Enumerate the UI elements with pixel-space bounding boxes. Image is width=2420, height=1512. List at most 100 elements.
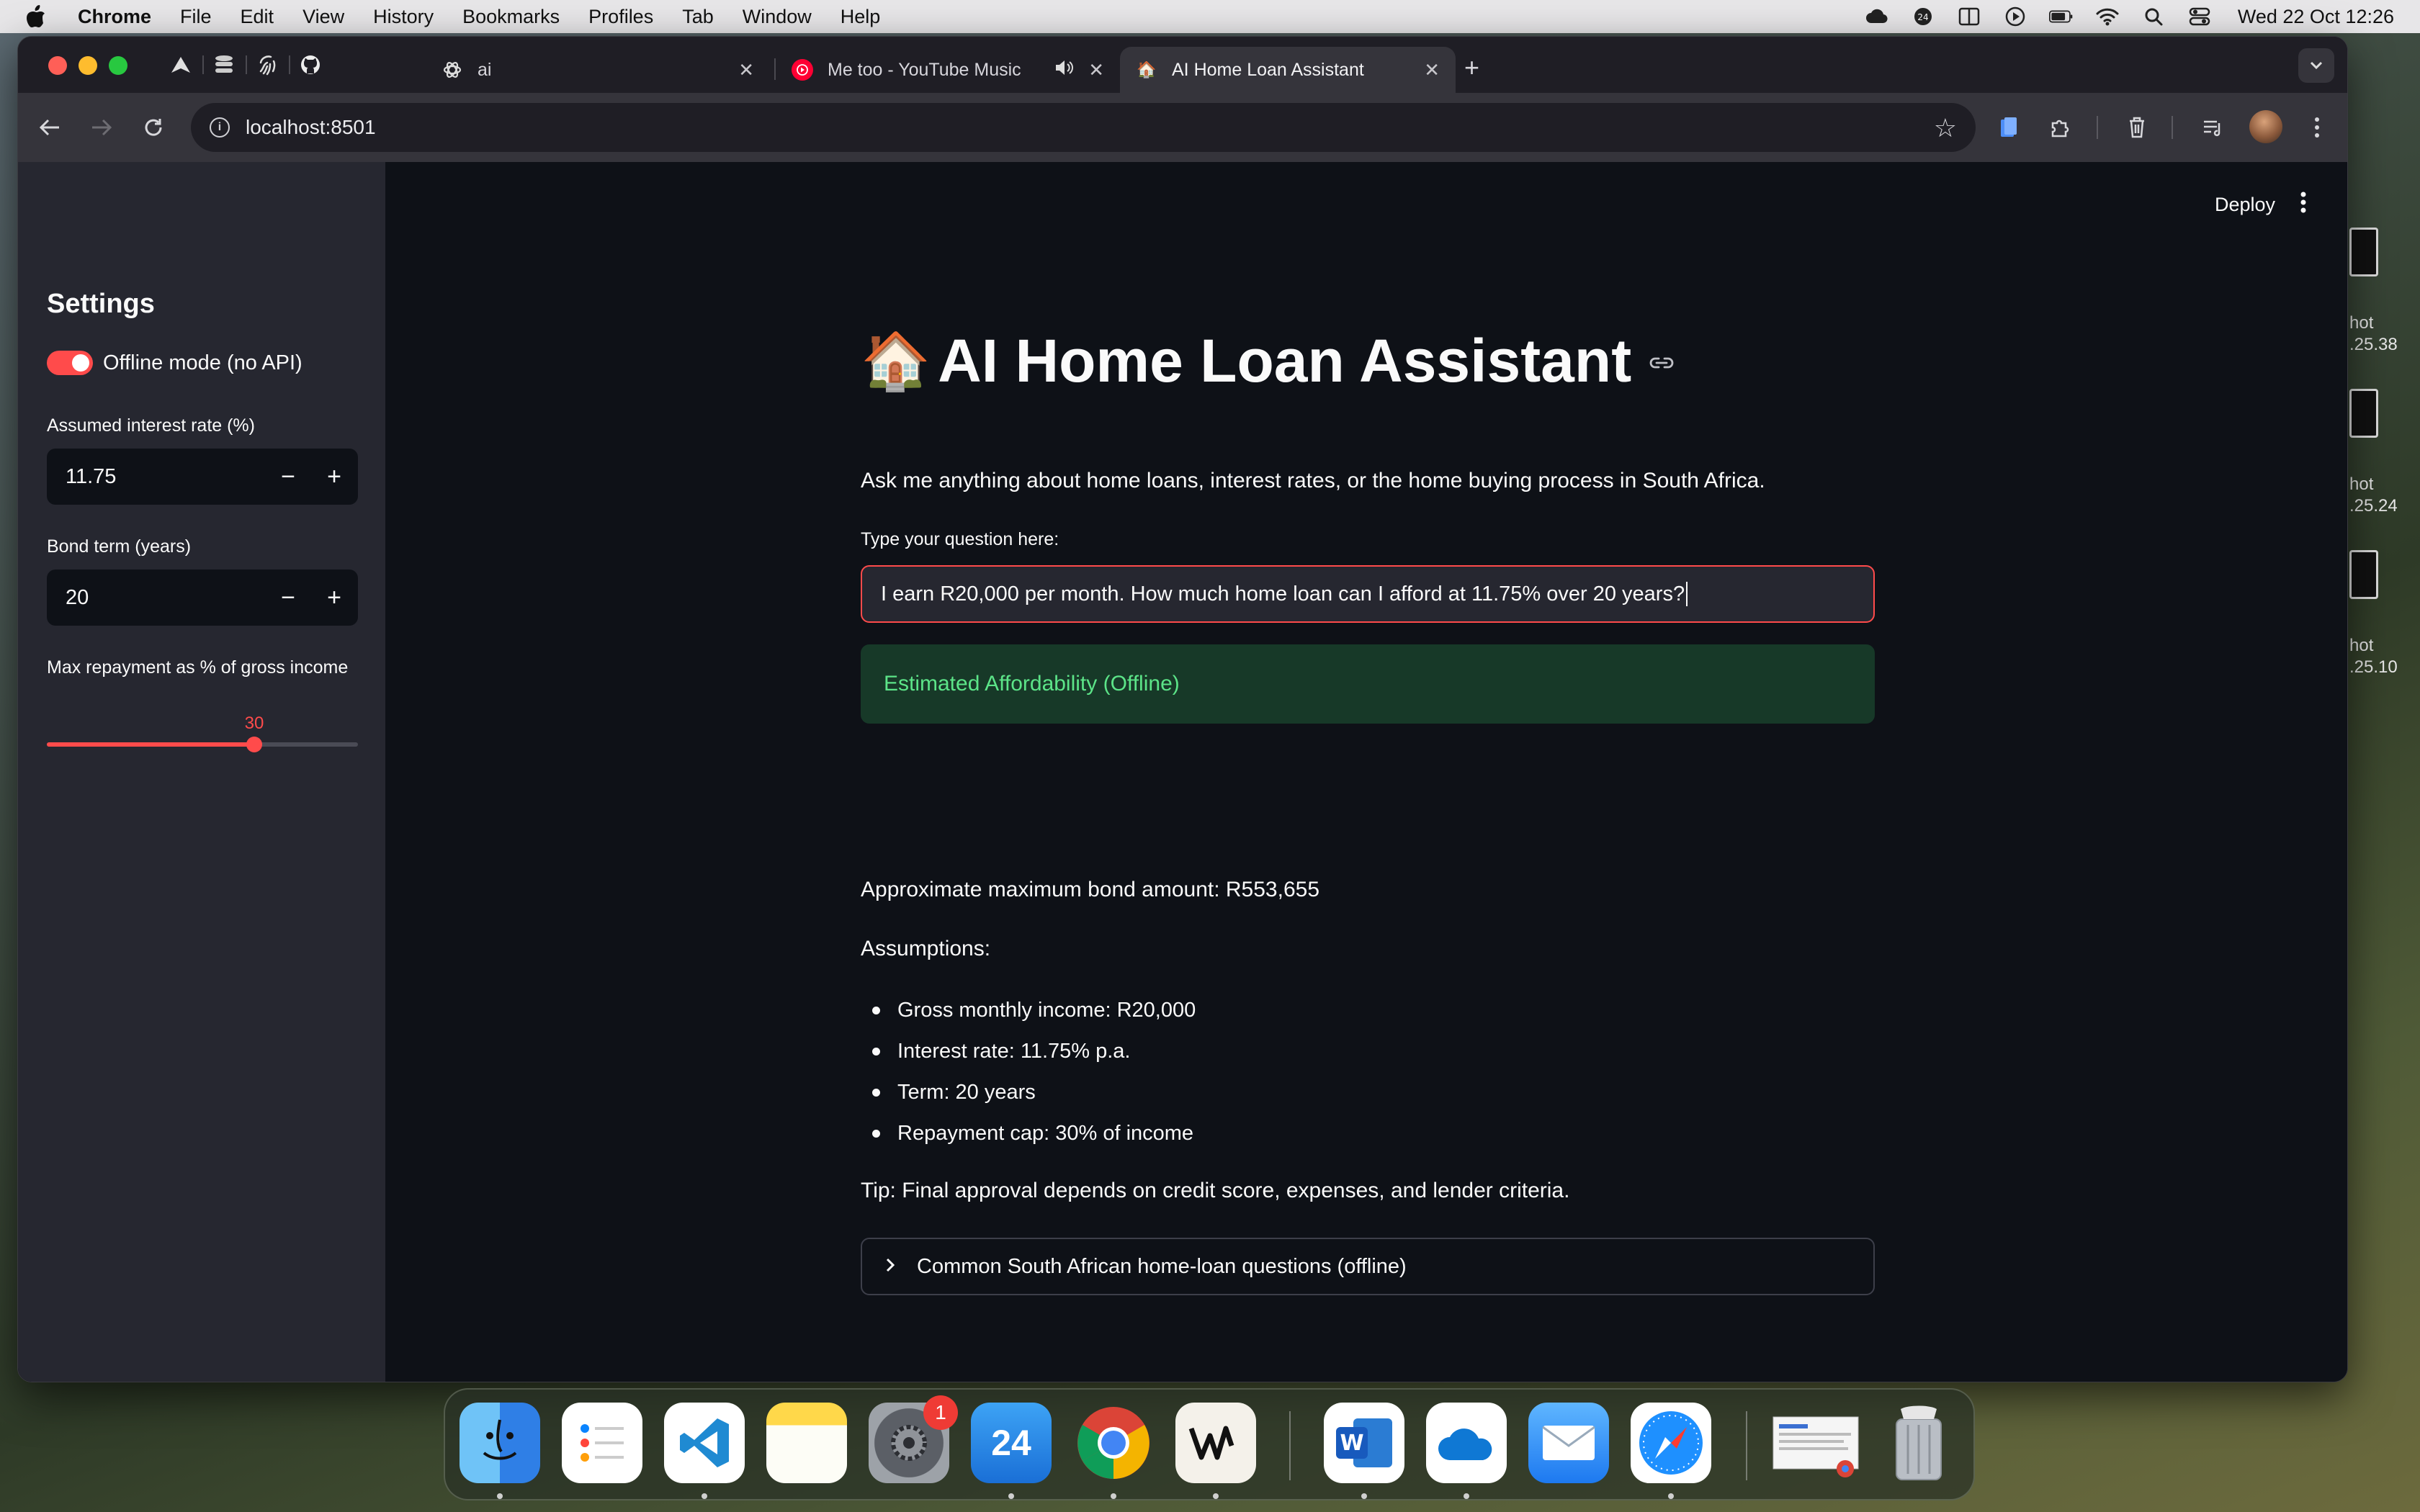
toolbar-separator — [2097, 116, 2098, 139]
interest-rate-decrement-button[interactable]: − — [266, 449, 310, 505]
menu-bar-clock[interactable]: Wed 22 Oct 12:26 — [2238, 6, 2394, 28]
question-input-value[interactable]: I earn R20,000 per month. How much home … — [881, 582, 1685, 606]
tab-search-chevron-icon[interactable] — [2298, 48, 2334, 83]
extensions-puzzle-icon[interactable] — [2043, 110, 2078, 145]
running-indicator — [1668, 1493, 1674, 1499]
macos-menu-bar: Chrome File Edit View History Bookmarks … — [0, 0, 2420, 33]
tab-ai[interactable]: ai ✕ — [426, 47, 770, 93]
menu-help[interactable]: Help — [841, 6, 881, 28]
sidebar-title: Settings — [47, 289, 155, 319]
desktop-screenshot-file[interactable] — [2349, 550, 2420, 608]
close-window-button[interactable] — [48, 56, 67, 75]
faq-expander[interactable]: Common South African home-loan questions… — [861, 1238, 1875, 1295]
max-repayment-slider[interactable]: 30 — [47, 714, 358, 757]
control-center-icon[interactable] — [2187, 6, 2212, 27]
battery-icon[interactable] — [2048, 6, 2074, 27]
bookmark-star-icon[interactable]: ☆ — [1934, 113, 1957, 143]
menu-view[interactable]: View — [302, 6, 344, 28]
menu-edit[interactable]: Edit — [241, 6, 274, 28]
downloads-stack-icon[interactable] — [1769, 1403, 1863, 1483]
tab-youtube-music[interactable]: Me too - YouTube Music ✕ — [776, 47, 1120, 93]
finder-icon[interactable] — [460, 1403, 540, 1483]
github-icon[interactable] — [289, 50, 332, 80]
running-indicator — [1464, 1493, 1469, 1499]
running-indicator — [1111, 1493, 1116, 1499]
max-bond-amount-text: Approximate maximum bond amount: R553,65… — [861, 878, 1320, 901]
database-icon[interactable] — [202, 50, 246, 80]
bond-term-increment-button[interactable]: + — [312, 570, 357, 626]
24-hour-icon[interactable]: 24 — [1911, 6, 1935, 27]
offline-mode-toggle[interactable] — [47, 351, 93, 375]
bond-term-label: Bond term (years) — [47, 536, 192, 557]
interest-rate-input[interactable]: 11.75 − + — [47, 449, 358, 505]
main-menu-kebab-icon[interactable] — [2300, 191, 2307, 220]
mail-icon[interactable] — [1528, 1403, 1609, 1483]
desktop-screenshot-file[interactable] — [2349, 228, 2420, 285]
menu-bookmarks[interactable]: Bookmarks — [462, 6, 560, 28]
close-tab-icon[interactable]: ✕ — [738, 59, 754, 81]
menu-tab[interactable]: Tab — [682, 6, 714, 28]
visual-studio-code-icon[interactable] — [664, 1403, 745, 1483]
question-input[interactable]: I earn R20,000 per month. How much home … — [861, 565, 1875, 623]
extension-docs-icon[interactable] — [1991, 110, 2026, 145]
profile-avatar[interactable] — [2249, 110, 2282, 143]
play-icon[interactable] — [2003, 6, 2027, 27]
bond-term-decrement-button[interactable]: − — [266, 570, 310, 626]
bond-term-input[interactable]: 20 − + — [47, 570, 358, 626]
header-link-icon[interactable] — [1649, 346, 1675, 377]
success-alert-text: Estimated Affordability (Offline) — [884, 672, 1180, 696]
media-controls-icon[interactable] — [2196, 110, 2231, 145]
microsoft-word-icon[interactable]: W — [1324, 1403, 1404, 1483]
offline-mode-toggle-row[interactable]: Offline mode (no API) — [47, 351, 302, 375]
list-item: Interest rate: 11.75% p.a. — [861, 1031, 1196, 1072]
trash-icon[interactable] — [1878, 1403, 1959, 1483]
menu-app-name[interactable]: Chrome — [78, 6, 151, 28]
dock-separator — [1746, 1411, 1747, 1480]
close-tab-icon[interactable]: ✕ — [1088, 59, 1104, 81]
new-tab-plus-icon[interactable]: + — [1464, 53, 1479, 83]
speaker-audio-icon[interactable] — [1054, 59, 1074, 81]
creative-cloud-icon[interactable] — [1865, 6, 1889, 27]
desktop-screenshot-file[interactable] — [2349, 389, 2420, 446]
slider-thumb[interactable] — [246, 737, 262, 752]
notes-icon[interactable] — [766, 1403, 847, 1483]
zoom-window-button[interactable] — [109, 56, 127, 75]
menu-history[interactable]: History — [373, 6, 434, 28]
back-arrow-icon[interactable] — [32, 110, 67, 145]
interest-rate-value[interactable]: 11.75 — [66, 465, 116, 489]
interest-rate-increment-button[interactable]: + — [312, 449, 357, 505]
calendar-date-label: 24 — [991, 1423, 1031, 1463]
google-chrome-icon[interactable] — [1073, 1403, 1154, 1483]
wifi-icon[interactable] — [2095, 6, 2120, 27]
fantastical-calendar-icon[interactable]: 24 — [971, 1403, 1052, 1483]
forward-arrow-icon[interactable] — [84, 110, 119, 145]
onedrive-icon[interactable] — [1426, 1403, 1507, 1483]
sidebar: Settings Offline mode (no API) Assumed i… — [18, 162, 385, 1382]
deploy-button[interactable]: Deploy — [2215, 194, 2275, 216]
chrome-menu-kebab-icon[interactable] — [2300, 110, 2334, 145]
text-caret — [1686, 582, 1688, 606]
safari-icon[interactable] — [1631, 1403, 1711, 1483]
bullet-dot — [872, 1130, 880, 1138]
spotlight-search-icon[interactable] — [2141, 6, 2166, 27]
tab-title: Me too - YouTube Music — [828, 59, 1021, 80]
reload-icon[interactable] — [136, 110, 171, 145]
screen-mirror-icon[interactable] — [1957, 6, 1981, 27]
wispr-flow-icon[interactable] — [1175, 1403, 1256, 1483]
bird-logo-icon[interactable] — [159, 50, 202, 80]
apple-menu-icon[interactable] — [26, 5, 50, 28]
menu-file[interactable]: File — [180, 6, 212, 28]
screenshot-thumbnail — [2349, 228, 2378, 276]
menu-window[interactable]: Window — [743, 6, 812, 28]
address-bar[interactable]: i localhost:8501 ☆ — [191, 103, 1976, 152]
menu-profiles[interactable]: Profiles — [588, 6, 653, 28]
minimize-window-button[interactable] — [79, 56, 97, 75]
tab-ai-home-loan-assistant[interactable]: 🏠 AI Home Loan Assistant ✕ — [1120, 47, 1456, 93]
bond-term-value[interactable]: 20 — [66, 586, 89, 610]
close-tab-icon[interactable]: ✕ — [1424, 59, 1440, 81]
fingerprint-icon[interactable] — [246, 50, 289, 80]
reminders-icon[interactable] — [562, 1403, 642, 1483]
slider-fill — [47, 742, 254, 747]
trash-extension-icon[interactable] — [2120, 110, 2154, 145]
site-info-icon[interactable]: i — [210, 117, 230, 138]
